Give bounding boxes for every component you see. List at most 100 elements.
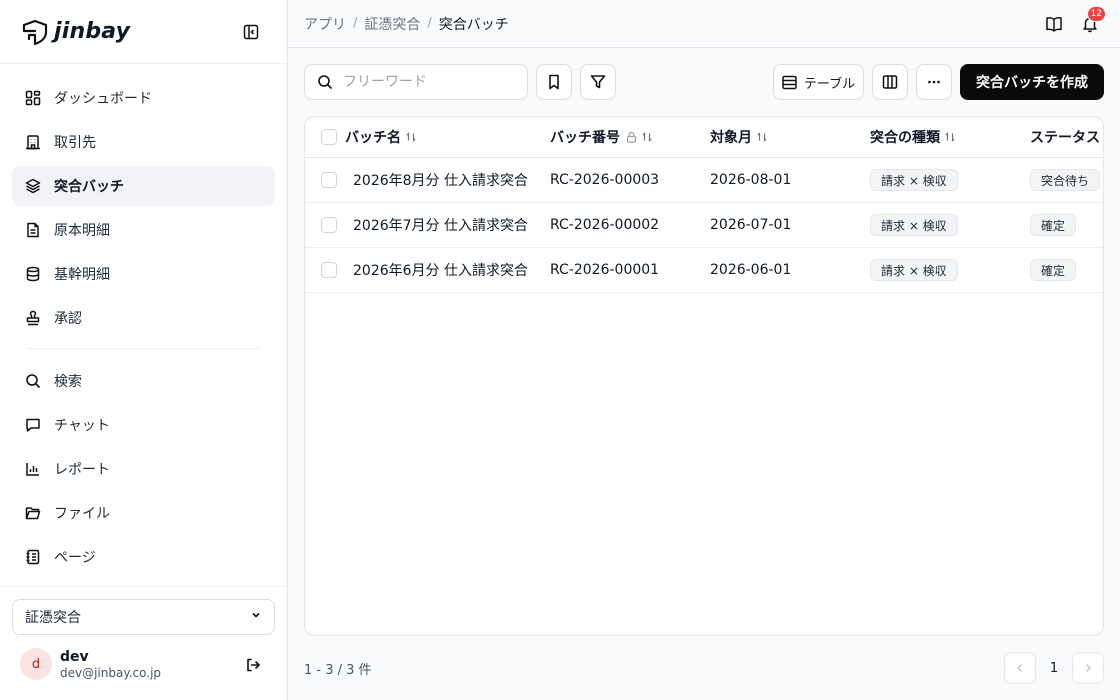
building-icon [24, 133, 42, 151]
breadcrumb-current: 突合バッチ [438, 16, 509, 33]
sidebar-item-search[interactable]: 検索 [12, 361, 275, 401]
row-select-cell [321, 248, 337, 292]
logout-icon[interactable] [243, 655, 263, 675]
nav-divider [27, 348, 260, 349]
sidebar-item-label: 基幹明細 [54, 267, 110, 283]
cell-batch-name: 2026年6月分 仕入請求突合 [353, 263, 528, 279]
cell-match-type: 請求 × 検収 [870, 158, 958, 202]
create-batch-button[interactable]: 突合バッチを作成 [960, 64, 1104, 100]
sidebar-nav: ダッシュボード 取引先 突合バッチ 原本明細 基幹明細 承認 検索 チャット レ… [0, 64, 287, 577]
sidebar-item-dashboard[interactable]: ダッシュボード [12, 78, 275, 118]
next-page-button[interactable] [1072, 652, 1104, 684]
table-row[interactable]: 2026年6月分 仕入請求突合 RC-2026-00001 2026-06-01… [305, 248, 1103, 293]
brand-name: jinbay [54, 19, 131, 44]
row-checkbox[interactable] [321, 217, 337, 233]
document-icon [24, 221, 42, 239]
cell-batch-name: 2026年8月分 仕入請求突合 [353, 173, 528, 189]
column-header-batch-number[interactable]: バッチ番号 [550, 117, 653, 157]
sidebar-item-partners[interactable]: 取引先 [12, 122, 275, 162]
bell-icon[interactable]: 12 [1078, 6, 1106, 36]
sidebar-item-reports[interactable]: レポート [12, 449, 275, 489]
search-input[interactable] [343, 74, 513, 90]
book-open-icon[interactable] [1042, 12, 1066, 36]
cell-status: 確定 [1030, 203, 1077, 247]
breadcrumb-apps[interactable]: アプリ [304, 14, 346, 34]
cell-target-month: 2026-08-01 [710, 172, 792, 188]
cell-target-month: 2026-06-01 [710, 262, 792, 278]
filter-button[interactable] [580, 64, 616, 100]
top-bar: アプリ / 証憑突合 / 突合バッチ 12 [288, 0, 1120, 48]
sidebar-item-pages[interactable]: ページ [12, 537, 275, 577]
row-checkbox[interactable] [321, 172, 337, 188]
user-card: d dev dev@jinbay.co.jp [12, 635, 275, 693]
jinbay-logo-icon [20, 17, 50, 47]
sort-icon[interactable] [756, 131, 768, 143]
status-badge: 確定 [1030, 259, 1077, 281]
view-mode-button[interactable]: テーブル [773, 64, 864, 100]
sidebar-item-label: 承認 [54, 311, 82, 327]
sidebar-item-source-details[interactable]: 原本明細 [12, 210, 275, 250]
status-badge: 確定 [1030, 214, 1077, 236]
column-label: バッチ名 [345, 130, 401, 146]
sidebar-item-label: チャット [54, 418, 110, 434]
notebook-icon [24, 548, 42, 566]
view-mode-label: テーブル [803, 76, 856, 92]
sidebar-item-label: ダッシュボード [54, 91, 152, 107]
column-label: バッチ番号 [550, 130, 620, 146]
sidebar-item-files[interactable]: ファイル [12, 493, 275, 533]
cell-batch-number: RC-2026-00002 [550, 217, 660, 233]
dashboard-icon [24, 89, 42, 107]
sidebar-item-approval[interactable]: 承認 [12, 298, 275, 338]
column-label: 対象月 [710, 130, 752, 146]
avatar[interactable]: d [20, 648, 52, 680]
prev-page-button[interactable] [1004, 652, 1036, 684]
stamp-icon [24, 309, 42, 327]
column-header-status[interactable]: ステータス [1030, 117, 1100, 157]
bookmark-button[interactable] [536, 64, 572, 100]
notification-badge: 12 [1086, 6, 1106, 22]
sort-icon[interactable] [944, 131, 956, 143]
breadcrumb-voucher-matching[interactable]: 証憑突合 [364, 14, 420, 34]
sidebar-footer: 証憑突合 d dev dev@jinbay.co.jp [0, 586, 287, 700]
table-icon [782, 75, 797, 90]
cell-batch-number: RC-2026-00001 [550, 262, 660, 278]
sidebar-item-label: ページ [54, 550, 96, 566]
page-number[interactable]: 1 [1038, 652, 1070, 684]
table-header: バッチ名 バッチ番号 対象月 突合の種類 ステータス [305, 117, 1103, 158]
pagination: 1 [1004, 652, 1104, 684]
cell-status: 突合待ち [1030, 158, 1101, 202]
table-row[interactable]: 2026年7月分 仕入請求突合 RC-2026-00002 2026-07-01… [305, 203, 1103, 248]
header-actions: 12 [1042, 6, 1106, 36]
cell-status: 確定 [1030, 248, 1077, 292]
sidebar-collapse-icon[interactable] [241, 22, 261, 42]
table-row[interactable]: 2026年8月分 仕入請求突合 RC-2026-00003 2026-08-01… [305, 158, 1103, 203]
layers-icon [24, 177, 42, 195]
sidebar-item-core-details[interactable]: 基幹明細 [12, 254, 275, 294]
status-badge: 突合待ち [1030, 169, 1101, 191]
select-all-checkbox[interactable] [321, 129, 337, 145]
row-checkbox[interactable] [321, 262, 337, 278]
chevron-down-icon [250, 609, 262, 625]
column-header-batch-name[interactable]: バッチ名 [345, 117, 417, 157]
column-header-target-month[interactable]: 対象月 [710, 117, 768, 157]
sidebar-item-reconciliation-batch[interactable]: 突合バッチ [12, 166, 275, 206]
result-count: 1 - 3 / 3 件 [304, 663, 372, 678]
match-type-tag: 請求 × 検収 [870, 169, 958, 191]
more-options-button[interactable] [916, 64, 952, 100]
folder-icon [24, 504, 42, 522]
select-all-cell [321, 117, 337, 157]
breadcrumb: アプリ / 証憑突合 / 突合バッチ [304, 14, 509, 34]
chart-icon [24, 460, 42, 478]
column-header-match-type[interactable]: 突合の種類 [870, 117, 956, 157]
sort-icon[interactable] [405, 131, 417, 143]
workspace-select[interactable]: 証憑突合 [12, 599, 275, 635]
sort-icon[interactable] [641, 131, 653, 143]
search-icon [317, 74, 333, 90]
more-horizontal-icon [926, 74, 942, 90]
sidebar-item-label: 取引先 [54, 135, 96, 151]
chat-icon [24, 416, 42, 434]
columns-button[interactable] [872, 64, 908, 100]
sidebar-item-chat[interactable]: チャット [12, 405, 275, 445]
chevron-right-icon [1082, 662, 1094, 674]
row-select-cell [321, 203, 337, 247]
